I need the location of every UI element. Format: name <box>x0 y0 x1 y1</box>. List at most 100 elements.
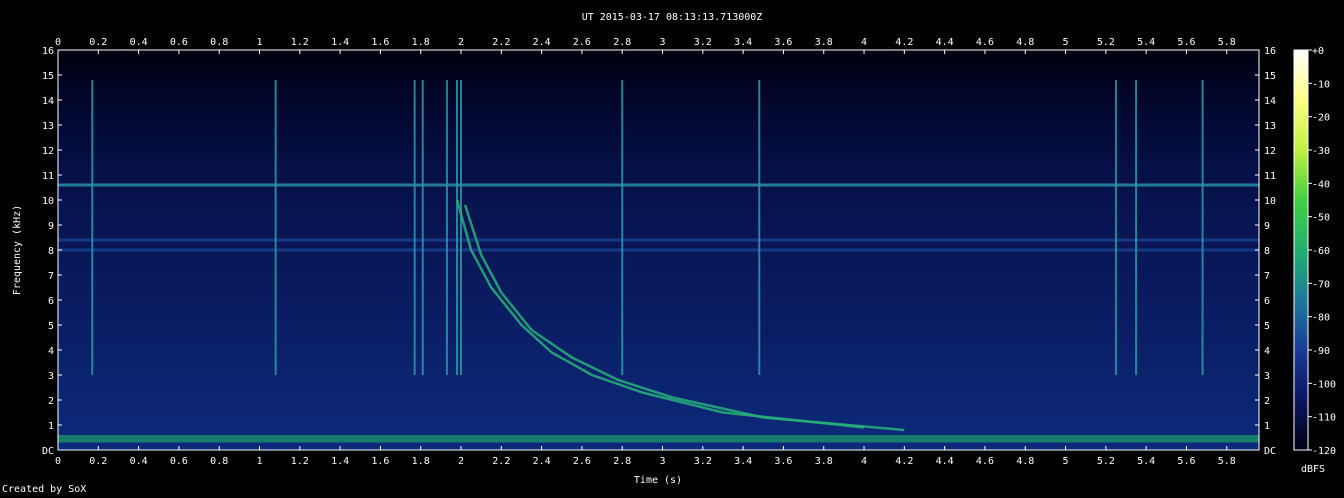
colorbar-tick-label: -30 <box>1312 146 1330 157</box>
colorbar-tick-label: -100 <box>1312 379 1336 390</box>
x-tick-label: 1.6 <box>371 37 389 48</box>
y-tick-label: 9 <box>48 221 54 232</box>
x-tick-label: 5.2 <box>1097 456 1115 467</box>
x-tick-label: 0.8 <box>210 37 228 48</box>
y-tick-label: 3 <box>1264 371 1270 382</box>
y-tick-label: 5 <box>48 321 54 332</box>
y-tick-label: 14 <box>42 96 54 107</box>
x-tick-label: 0.6 <box>170 456 188 467</box>
y-tick-label: 11 <box>42 171 54 182</box>
x-tick-label: 0 <box>55 456 61 467</box>
x-tick-label: 1.8 <box>412 456 430 467</box>
y-tick-label: 10 <box>42 196 54 207</box>
y-tick-label: 12 <box>42 146 54 157</box>
x-tick-label: 4.8 <box>1016 37 1034 48</box>
colorbar-tick-label: -70 <box>1312 279 1330 290</box>
y-tick-label: 7 <box>48 271 54 282</box>
y-tick-label: 15 <box>42 71 54 82</box>
y-tick-label: 12 <box>1264 146 1276 157</box>
y-tick-label: 9 <box>1264 221 1270 232</box>
x-tick-label: 3.2 <box>694 37 712 48</box>
y-tick-label: 15 <box>1264 71 1276 82</box>
tone-line <box>58 238 1259 242</box>
y-tick-label: 7 <box>1264 271 1270 282</box>
y-tick-label: 2 <box>48 396 54 407</box>
y-tick-label: 13 <box>42 121 54 132</box>
x-tick-label: 5.4 <box>1137 37 1155 48</box>
x-tick-label: 5.6 <box>1177 456 1195 467</box>
x-tick-label: 1.4 <box>331 456 349 467</box>
chart-title: UT 2015-03-17 08:13:13.713000Z <box>582 12 763 23</box>
colorbar-tick-label: -90 <box>1312 346 1330 357</box>
x-tick-label: 2.6 <box>573 37 591 48</box>
x-tick-label: 3.4 <box>734 37 752 48</box>
y-tick-label: 11 <box>1264 171 1276 182</box>
x-tick-label: 2.6 <box>573 456 591 467</box>
x-tick-label: 3.2 <box>694 456 712 467</box>
y-tick-label: 10 <box>1264 196 1276 207</box>
colorbar-tick-label: -120 <box>1312 446 1336 457</box>
x-tick-label: 0.8 <box>210 456 228 467</box>
y-tick-label: 4 <box>1264 346 1270 357</box>
y-tick-label: 14 <box>1264 96 1276 107</box>
colorbar-tick-label: -60 <box>1312 246 1330 257</box>
y-tick-label: 1 <box>1264 421 1270 432</box>
x-tick-label: 4 <box>861 37 867 48</box>
x-tick-label: 1 <box>256 37 262 48</box>
y-tick-label: 13 <box>1264 121 1276 132</box>
x-tick-label: 2.4 <box>533 456 551 467</box>
x-tick-label: 0.4 <box>130 37 148 48</box>
x-tick-label: 3.8 <box>815 37 833 48</box>
x-tick-label: 3 <box>660 456 666 467</box>
x-tick-label: 5.8 <box>1218 37 1236 48</box>
x-tick-label: 4.6 <box>976 456 994 467</box>
y-tick-label: 5 <box>1264 321 1270 332</box>
colorbar-tick-label: -20 <box>1312 113 1330 124</box>
x-tick-label: 4.8 <box>1016 456 1034 467</box>
tone-line <box>58 183 1259 187</box>
x-tick-label: 3 <box>660 37 666 48</box>
x-tick-label: 4.2 <box>895 456 913 467</box>
x-tick-label: 0 <box>55 37 61 48</box>
y-tick-label: DC <box>1264 446 1276 457</box>
x-tick-label: 2.8 <box>613 37 631 48</box>
x-tick-label: 2 <box>458 37 464 48</box>
x-tick-label: 4.2 <box>895 37 913 48</box>
x-tick-label: 5.2 <box>1097 37 1115 48</box>
x-tick-label: 4.4 <box>936 37 954 48</box>
x-tick-label: 5.4 <box>1137 456 1155 467</box>
colorbar-tick-label: +0 <box>1312 46 1324 57</box>
x-tick-label: 2 <box>458 456 464 467</box>
y-tick-label: 3 <box>48 371 54 382</box>
y-tick-label: 16 <box>42 46 54 57</box>
x-tick-label: 2.4 <box>533 37 551 48</box>
credit-text: Created by SoX <box>2 484 87 495</box>
y-tick-label: 6 <box>1264 296 1270 307</box>
colorbar-tick-label: -80 <box>1312 313 1330 324</box>
colorbar-label: dBFS <box>1301 464 1325 475</box>
x-tick-label: 2.2 <box>492 37 510 48</box>
x-tick-label: 5.6 <box>1177 37 1195 48</box>
x-tick-label: 0.2 <box>89 456 107 467</box>
x-tick-label: 2.2 <box>492 456 510 467</box>
colorbar-tick-label: -40 <box>1312 179 1330 190</box>
spectrogram-chart: UT 2015-03-17 08:13:13.713000Z 0 0.2 0.4 0.… <box>12 12 1336 486</box>
colorbar-ticks: +0 -10 -20 -30 -40 -50 -60 -70 -80 -90 -100 -110 -12… <box>1308 46 1336 457</box>
x-tick-label: 4 <box>861 456 867 467</box>
x-tick-label: 3.4 <box>734 456 752 467</box>
x-tick-label: 1.2 <box>291 37 309 48</box>
x-tick-label: 4.4 <box>936 456 954 467</box>
x-tick-label: 1.8 <box>412 37 430 48</box>
y-tick-label: 4 <box>48 346 54 357</box>
x-tick-label: 4.6 <box>976 37 994 48</box>
x-tick-label: 3.8 <box>815 456 833 467</box>
x-tick-label: 1.4 <box>331 37 349 48</box>
y-tick-label: 8 <box>1264 246 1270 257</box>
low-frequency-band <box>58 435 1259 443</box>
colorbar-tick-label: -50 <box>1312 213 1330 224</box>
x-tick-label: 5.8 <box>1218 456 1236 467</box>
x-tick-label: 5 <box>1063 456 1069 467</box>
y-tick-label: 1 <box>48 421 54 432</box>
x-tick-label: 2.8 <box>613 456 631 467</box>
colorbar <box>1293 49 1309 451</box>
